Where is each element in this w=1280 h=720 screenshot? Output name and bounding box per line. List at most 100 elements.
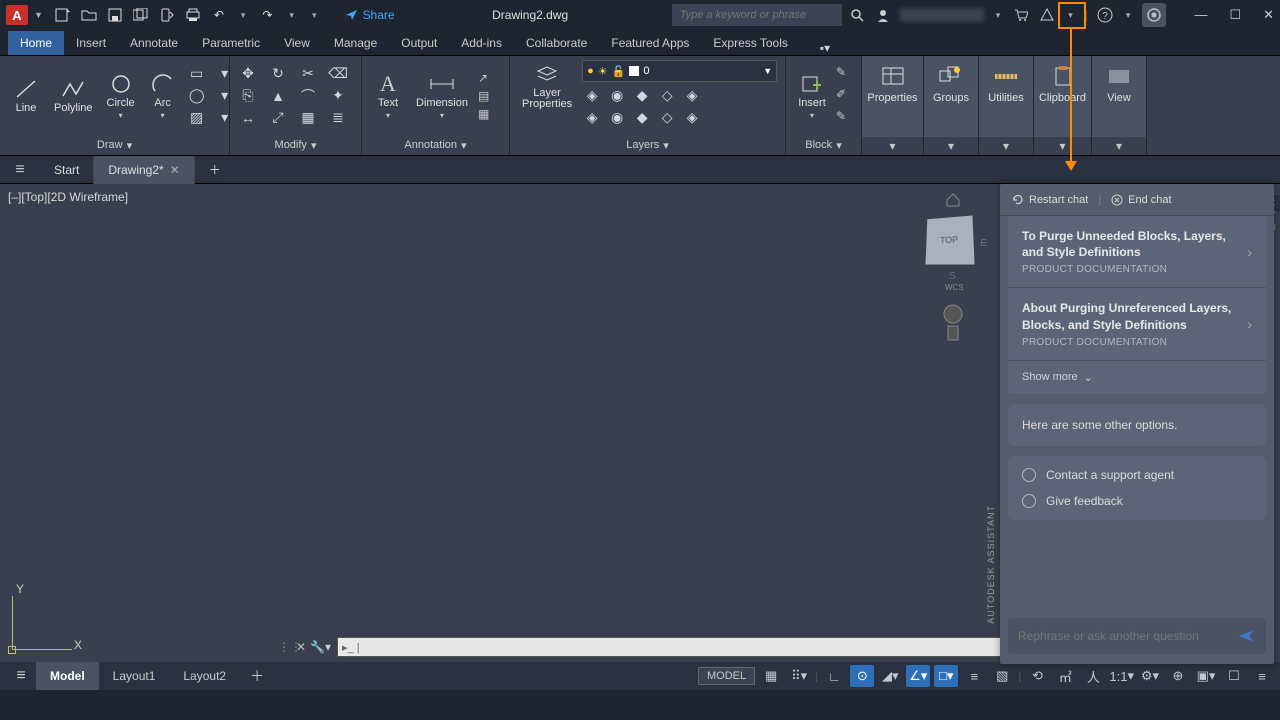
tab-collaborate[interactable]: Collaborate	[514, 31, 599, 55]
panel-dd-icon[interactable]: ▾	[1092, 137, 1146, 155]
share-link[interactable]: Share	[345, 8, 395, 22]
tab-manage[interactable]: Manage	[322, 31, 389, 55]
mirror-icon[interactable]: ▲	[268, 87, 288, 105]
array-icon[interactable]: ▦	[298, 109, 318, 127]
layer-tool-icon[interactable]: ◉	[607, 108, 627, 126]
start-tab[interactable]: Start	[40, 156, 94, 184]
anno-icon[interactable]: ㎡	[1053, 665, 1077, 687]
assistant-input[interactable]	[1018, 629, 1238, 643]
qat-dd-icon[interactable]: ▾	[308, 10, 321, 21]
tab-insert[interactable]: Insert	[64, 31, 118, 55]
table-icon[interactable]: ▤	[478, 89, 489, 103]
assistant-button[interactable]	[1142, 3, 1166, 27]
move-icon[interactable]: ✥	[238, 65, 258, 83]
panel-dd-icon[interactable]: ▾	[862, 137, 923, 155]
tab-addins[interactable]: Add-ins	[449, 31, 514, 55]
stretch-icon[interactable]: ↔	[238, 109, 258, 127]
show-more-button[interactable]: Show more⌄	[1008, 361, 1266, 394]
drawing-tab[interactable]: Drawing2*✕	[94, 156, 194, 184]
layer-dd-icon[interactable]: ▼	[763, 66, 772, 76]
panel-groups[interactable]: Groups ▾	[924, 56, 979, 155]
viewport-label[interactable]: [–][Top][2D Wireframe]	[8, 190, 128, 204]
tab-close-icon[interactable]: ✕	[170, 163, 180, 177]
wcs-dd-icon[interactable]: WCS ▾	[943, 280, 963, 294]
app-menu-icon[interactable]: A	[6, 5, 28, 25]
redo-dd-icon[interactable]: ▾	[285, 10, 298, 21]
end-chat-button[interactable]: End chat	[1111, 194, 1171, 206]
layer-tool-icon[interactable]: ◇	[657, 108, 677, 126]
anno-mon-icon[interactable]: ⊕	[1166, 665, 1190, 687]
rect-icon[interactable]: ▭	[187, 65, 207, 83]
trim-icon[interactable]: ✂	[298, 65, 318, 83]
search-icon[interactable]	[848, 6, 866, 24]
tab-express[interactable]: Express Tools	[701, 31, 799, 55]
erase-icon[interactable]: ⌫	[328, 65, 348, 83]
tab-extra-icon[interactable]: ▪▾	[820, 41, 830, 55]
insert-block-button[interactable]: Insert▾	[794, 70, 830, 122]
layer-tool-icon[interactable]: ◈	[582, 108, 602, 126]
tab-view[interactable]: View	[272, 31, 322, 55]
model-tab[interactable]: Model	[36, 662, 99, 690]
layout1-tab[interactable]: Layout1	[99, 662, 170, 690]
ws-icon[interactable]: ⚙▾	[1138, 665, 1162, 687]
web-mobile-icon[interactable]	[159, 7, 175, 23]
dimension-button[interactable]: Dimension▾	[412, 70, 472, 122]
circle-button[interactable]: Circle▾	[103, 70, 139, 122]
undo-icon[interactable]: ↶	[211, 7, 227, 23]
line-button[interactable]: Line	[8, 75, 44, 116]
send-icon[interactable]	[1238, 628, 1256, 644]
panel-properties[interactable]: Properties ▾	[862, 56, 924, 155]
hatch-icon[interactable]: ▨	[187, 109, 207, 127]
minimize-icon[interactable]: —	[1194, 7, 1207, 23]
layer-tool-icon[interactable]: ◆	[632, 86, 652, 104]
layer-tool-icon[interactable]: ◈	[682, 108, 702, 126]
fillet-icon[interactable]: ⌒	[298, 87, 318, 105]
panel-clipboard[interactable]: Clipboard ▾	[1034, 56, 1092, 155]
layout2-tab[interactable]: Layout2	[169, 662, 240, 690]
scale-icon[interactable]: ⤢	[268, 109, 288, 127]
lineweight-icon[interactable]: ≡	[962, 665, 986, 687]
table-dd-icon[interactable]: ▦	[478, 107, 489, 121]
command-input[interactable]: ▸_ |	[337, 637, 1010, 657]
viewcube-e[interactable]: E	[980, 238, 987, 249]
help-dd-icon[interactable]: ▾	[1122, 10, 1135, 21]
explode-icon[interactable]: ✦	[328, 87, 348, 105]
viewcube-face[interactable]: TOP	[940, 235, 958, 246]
layer-tool-icon[interactable]: ◉	[607, 86, 627, 104]
polyline-button[interactable]: Polyline	[50, 75, 97, 116]
help-search-input[interactable]	[672, 4, 842, 26]
viewcube[interactable]: TOP E S WCS ▾	[918, 192, 988, 352]
grid-icon[interactable]: ▦	[759, 665, 783, 687]
snap-icon[interactable]: ⠿▾	[787, 665, 811, 687]
plot-icon[interactable]	[185, 7, 201, 23]
panel-utilities[interactable]: Utilities ▾	[979, 56, 1034, 155]
tab-parametric[interactable]: Parametric	[190, 31, 272, 55]
maximize-icon[interactable]: ☐	[1229, 7, 1241, 23]
otrack-icon[interactable]: □▾	[934, 665, 958, 687]
copy-icon[interactable]: ⎘	[238, 87, 258, 105]
text-button[interactable]: AText▾	[370, 70, 406, 122]
viewcube-s[interactable]: S	[949, 271, 956, 282]
layer-tool-icon[interactable]: ◈	[582, 86, 602, 104]
layer-selector[interactable]: ● ☀ 🔓 0 ▼	[582, 60, 777, 82]
panel-title-modify[interactable]: Modify ▾	[230, 135, 361, 155]
navbar-icon[interactable]	[942, 302, 964, 342]
new-tab-button[interactable]: ＋	[195, 156, 235, 184]
redo-icon[interactable]: ↷	[259, 7, 275, 23]
undo-dd-icon[interactable]: ▾	[237, 10, 250, 21]
panel-dd-icon[interactable]: ▾	[979, 137, 1033, 155]
layout-menu-icon[interactable]: ≡	[6, 667, 36, 685]
panel-dd-icon[interactable]: ▾	[1034, 137, 1091, 155]
app-store-icon[interactable]	[1038, 6, 1056, 24]
tab-home[interactable]: Home	[8, 31, 64, 55]
saveas-icon[interactable]	[133, 7, 149, 23]
scale-display[interactable]: 1:1▾	[1109, 665, 1134, 687]
edit-block-icon[interactable]: ✐	[836, 87, 858, 105]
cmd-customize-icon[interactable]: 🔧▾	[310, 640, 331, 654]
qprops-icon[interactable]: ☐	[1222, 665, 1246, 687]
layer-tool-icon[interactable]: ◇	[657, 86, 677, 104]
option-contact-support[interactable]: Contact a support agent	[1022, 468, 1252, 482]
user-dd-icon[interactable]: ▾	[992, 10, 1005, 21]
result-card[interactable]: About Purging Unreferenced Layers, Block…	[1008, 288, 1266, 360]
edit-attr-icon[interactable]: ✎	[836, 109, 858, 127]
